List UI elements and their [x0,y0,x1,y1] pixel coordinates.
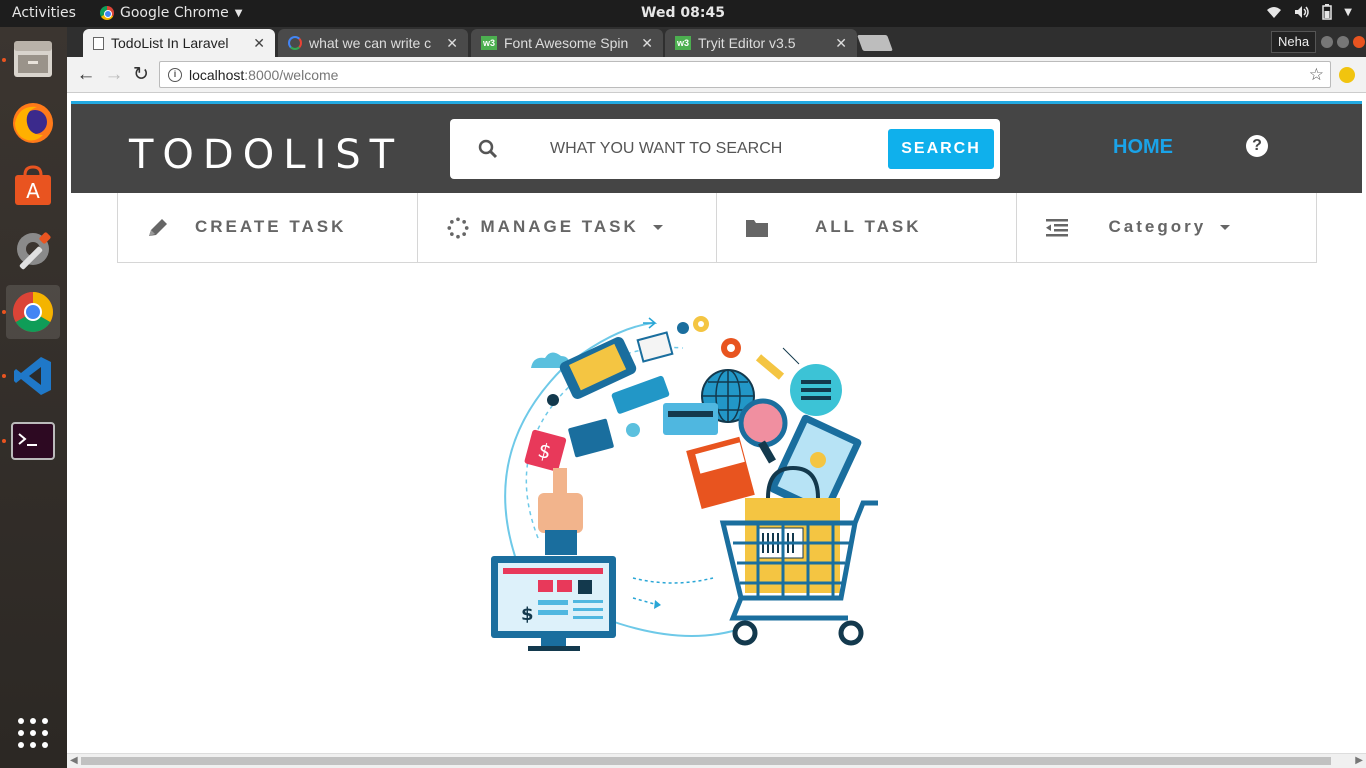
create-task-label: CREATE TASK [195,217,347,236]
manage-task-label: MANAGE TASK [481,217,663,237]
vscode-icon [14,357,51,395]
search-button[interactable]: SEARCH [888,129,994,169]
horizontal-scrollbar[interactable]: ◀ ▶ [67,753,1366,768]
scrollbar-thumb[interactable] [81,757,1331,765]
close-window-button[interactable] [1353,36,1365,48]
page-viewport: TODOLIST SEARCH HOME ? CREATE TASK MANAG… [71,93,1362,753]
browser-window: TodoList In Laravel ✕ what we can write … [67,27,1366,768]
all-task-label: ALL TASK [815,217,922,236]
profile-button[interactable]: Neha [1271,31,1317,53]
info-icon[interactable]: i [168,67,182,82]
settings-icon [17,232,51,270]
document-icon [93,36,104,50]
files-launcher[interactable] [6,33,60,87]
extension-icon[interactable] [1339,67,1355,83]
close-tab-icon[interactable]: ✕ [641,35,653,52]
reload-button[interactable]: ↻ [130,64,152,86]
category-text: Category [1108,217,1207,236]
battery-icon [1322,4,1333,20]
window-controls [1321,36,1365,48]
forward-button[interactable]: → [103,64,125,86]
all-task-button[interactable]: ALL TASK [717,193,1017,262]
outdent-icon [1045,219,1068,237]
system-menu-chevron-icon: ▼ [1344,6,1352,18]
svg-text:$: $ [521,604,534,625]
manage-task-dropdown[interactable]: MANAGE TASK [418,193,717,262]
close-tab-icon[interactable]: ✕ [835,35,847,52]
clock[interactable]: Wed 08:45 [0,5,1366,21]
new-tab-button[interactable] [857,35,893,51]
tab-todolist[interactable]: TodoList In Laravel ✕ [83,29,275,57]
vscode-launcher[interactable] [6,349,60,403]
system-tray[interactable]: ▼ [1266,4,1352,20]
tab-google-search[interactable]: what we can write c ✕ [278,29,468,57]
task-menu-bar: CREATE TASK MANAGE TASK ALL TASK Categor… [117,193,1317,263]
folder-icon [746,220,768,237]
volume-icon [1295,6,1310,18]
create-task-button[interactable]: CREATE TASK [118,193,418,262]
spinner-icon [446,217,469,239]
tab-font-awesome[interactable]: w3 Font Awesome Spin ✕ [471,29,663,57]
chrome-launcher[interactable] [6,285,60,339]
address-bar[interactable]: i localhost:8000/welcome ☆ [159,61,1331,88]
software-launcher[interactable]: A [6,159,60,213]
tab-title: Font Awesome Spin [504,35,629,51]
wifi-icon [1267,7,1282,18]
search-icon [478,139,498,159]
tab-title: Tryit Editor v3.5 [698,35,796,51]
launcher-dock: A [0,27,67,768]
firefox-icon [13,103,53,143]
tab-title: what we can write c [309,35,432,51]
help-icon[interactable]: ? [1246,135,1268,157]
minimize-button[interactable] [1321,36,1333,48]
pencil-icon [149,219,167,236]
search-input[interactable] [550,137,870,161]
terminal-launcher[interactable] [6,414,60,468]
browser-toolbar: ← → ↻ i localhost:8000/welcome ☆ [67,57,1366,93]
back-button[interactable]: ← [75,64,97,86]
system-top-bar: Activities Google Chrome ▼ Wed 08:45 ▼ [0,0,1366,27]
manage-task-text: MANAGE TASK [480,217,639,236]
scroll-left-icon[interactable]: ◀ [70,755,78,766]
caret-down-icon [652,225,663,231]
settings-launcher[interactable] [6,222,60,276]
home-link[interactable]: HOME [1113,136,1173,159]
w3schools-icon: w3 [481,36,497,50]
show-applications-button[interactable] [6,706,60,760]
site-header: TODOLIST SEARCH HOME ? [71,104,1362,193]
category-label: Category [1109,217,1231,237]
files-icon [14,41,52,77]
tab-tryit-editor[interactable]: w3 Tryit Editor v3.5 ✕ [665,29,857,57]
firefox-launcher[interactable] [6,96,60,150]
scroll-right-icon[interactable]: ▶ [1355,755,1363,766]
svg-text:A: A [26,179,40,203]
url-host: localhost [189,66,245,83]
software-store-icon: A [15,165,51,205]
site-logo[interactable]: TODOLIST [129,132,403,178]
w3schools-icon: w3 [675,36,691,50]
ecommerce-illustration: $ $ [491,316,878,651]
category-dropdown[interactable]: Category [1017,193,1317,262]
terminal-icon [11,422,55,460]
chrome-icon [13,292,53,332]
caret-down-icon [1220,225,1231,231]
maximize-button[interactable] [1337,36,1349,48]
app-grid-icon [18,718,48,748]
close-tab-icon[interactable]: ✕ [253,35,265,52]
bookmark-star-icon[interactable]: ☆ [1309,65,1324,85]
tab-title: TodoList In Laravel [111,35,229,51]
tab-strip: TodoList In Laravel ✕ what we can write … [67,27,1366,57]
search-box: SEARCH [450,119,1000,179]
google-icon [288,36,302,50]
url-path: :8000/welcome [244,66,339,83]
close-tab-icon[interactable]: ✕ [446,35,458,52]
